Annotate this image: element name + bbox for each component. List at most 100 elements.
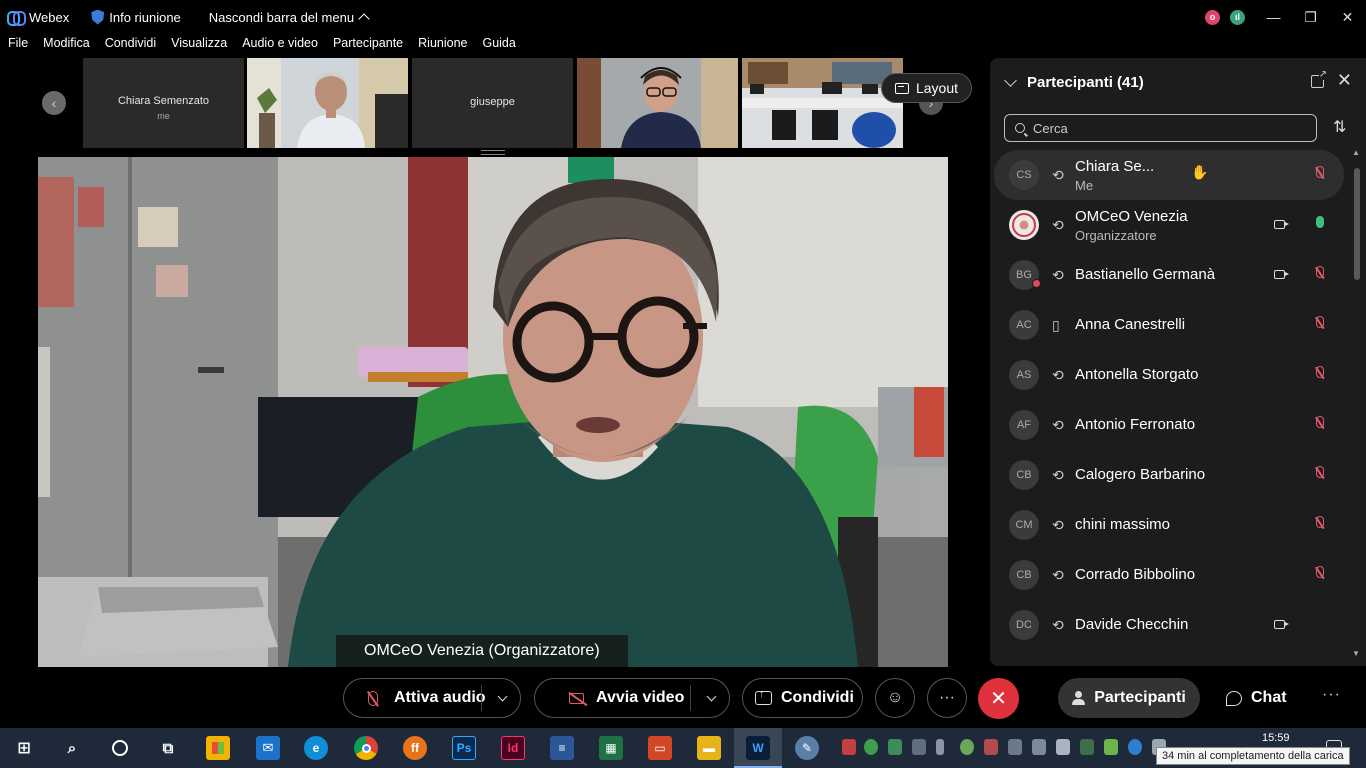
divider (690, 685, 691, 711)
task-view-icon[interactable]: ⧉ (156, 736, 180, 760)
list-item[interactable]: BG ⟲ Bastianello Germanà (994, 250, 1344, 300)
presentation-icon[interactable]: ▭ (648, 736, 672, 760)
filmstrip-resize-handle[interactable] (481, 150, 505, 155)
edge-icon[interactable]: e (304, 736, 328, 760)
reactions-button[interactable]: ☺ (875, 678, 915, 718)
spreadsheet-icon[interactable]: ▦ (599, 736, 623, 760)
paint-icon[interactable]: ✎ (795, 736, 819, 760)
menu-guida[interactable]: Guida (482, 36, 515, 56)
tray-app-icon[interactable] (1032, 739, 1046, 755)
tray-check-icon[interactable] (864, 739, 878, 755)
chevron-down-icon[interactable] (1004, 73, 1017, 87)
tray-app-icon[interactable] (984, 739, 998, 755)
mic-muted-icon[interactable] (1316, 366, 1324, 378)
file-explorer-icon[interactable]: ▬ (697, 736, 721, 760)
tray-display-icon[interactable] (1008, 739, 1022, 755)
menu-partecipante[interactable]: Partecipante (333, 36, 403, 56)
firefox-icon[interactable]: ff (403, 736, 427, 760)
close-window-button[interactable]: ✕ (1331, 4, 1364, 30)
menu-audio-video[interactable]: Audio e video (242, 36, 318, 56)
menu-condividi[interactable]: Condividi (105, 36, 156, 56)
leave-meeting-button[interactable]: ✕ (978, 678, 1019, 719)
signal-stats-icon[interactable]: ıl (1230, 9, 1245, 25)
mic-muted-icon[interactable] (1316, 516, 1324, 528)
minimize-button[interactable]: — (1257, 4, 1290, 30)
close-icon[interactable]: ✕ (1337, 70, 1352, 91)
mail-icon[interactable]: ✉ (256, 736, 280, 760)
scroll-down-arrow-icon[interactable]: ▼ (1352, 649, 1360, 658)
tray-app-icon[interactable] (912, 739, 926, 755)
menu-riunione[interactable]: Riunione (418, 36, 467, 56)
filmstrip-video-tile[interactable] (742, 58, 903, 148)
list-item[interactable]: AF ⟲ Antonio Ferronato (994, 400, 1344, 450)
search-box[interactable] (1004, 114, 1317, 142)
web-client-icon: ⟲ (1052, 517, 1064, 533)
menu-visualizza[interactable]: Visualizza (171, 36, 227, 56)
list-item[interactable]: AC ▯ Anna Canestrelli (994, 300, 1344, 350)
list-item[interactable]: AS ⟲ Antonella Storgato (994, 350, 1344, 400)
word-document-icon[interactable]: ≡ (550, 736, 574, 760)
mic-muted-icon[interactable] (1316, 566, 1324, 578)
filmstrip-prev-button[interactable]: ‹ (42, 91, 66, 115)
mic-on-icon[interactable] (1316, 216, 1324, 228)
layout-button[interactable]: Layout (881, 73, 972, 103)
chrome-icon[interactable] (354, 736, 378, 760)
share-button[interactable]: Condividi (742, 678, 863, 718)
mic-muted-icon[interactable] (1316, 416, 1324, 428)
list-item[interactable]: CB ⟲ Calogero Barbarino (994, 450, 1344, 500)
tray-app-icon[interactable] (960, 739, 974, 755)
sort-icon[interactable]: ⇅ (1333, 117, 1346, 137)
active-speaker-video[interactable]: OMCeO Venezia (Organizzatore) (38, 157, 948, 667)
list-item[interactable]: CM ⟲ chini massimo (994, 500, 1344, 550)
tray-app-icon[interactable] (1104, 739, 1118, 755)
indesign-icon[interactable]: Id (501, 736, 525, 760)
tray-app-icon[interactable] (1080, 739, 1094, 755)
filmstrip-video-tile[interactable] (247, 58, 408, 148)
more-panels-icon[interactable]: ··· (1322, 686, 1341, 704)
chevron-down-icon[interactable] (497, 691, 508, 702)
cortana-icon[interactable] (108, 736, 132, 760)
taskbar-clock[interactable]: 15:59 (1262, 732, 1290, 744)
list-item[interactable]: ⟲ OMCeO Venezia Organizzatore (994, 200, 1344, 250)
list-item[interactable]: DC ⟲ Davide Checchin (994, 600, 1344, 650)
tray-app-icon[interactable] (1128, 739, 1142, 755)
mic-muted-icon[interactable] (1316, 466, 1324, 478)
participant-list: CS ⟲ Chiara Se... Me ✋ ⟲ OMCeO Venezia O… (994, 150, 1344, 650)
mic-muted-icon[interactable] (1316, 316, 1324, 328)
filmstrip-video-tile[interactable] (577, 58, 738, 148)
menu-file[interactable]: File (8, 36, 28, 56)
participants-button[interactable]: Partecipanti (1058, 678, 1200, 718)
chevron-down-icon[interactable] (706, 691, 717, 702)
filmstrip-tile[interactable]: Chiara Semenzato me (83, 58, 244, 148)
tray-app-icon[interactable] (1056, 739, 1070, 755)
menu-modifica[interactable]: Modifica (43, 36, 90, 56)
unmute-button[interactable]: Attiva audio (343, 678, 521, 718)
photoshop-icon[interactable]: Ps (452, 736, 476, 760)
search-icon[interactable]: ⌕ (60, 736, 84, 760)
scroll-up-arrow-icon[interactable]: ▲ (1352, 148, 1360, 157)
mic-muted-icon[interactable] (1316, 166, 1324, 178)
tray-app-icon[interactable] (842, 739, 856, 755)
microphone-icon[interactable] (936, 739, 944, 755)
store-icon[interactable] (206, 736, 230, 760)
scroll-thumb[interactable] (1354, 168, 1360, 280)
start-video-button[interactable]: Avvia video (534, 678, 730, 718)
restore-button[interactable]: ❐ (1294, 4, 1327, 30)
list-item[interactable]: CB ⟲ Corrado Bibbolino (994, 550, 1344, 600)
recording-icon[interactable]: o (1205, 9, 1220, 25)
meeting-info-label: Info riunione (109, 9, 181, 25)
meeting-info-button[interactable]: Info riunione (91, 9, 181, 25)
windows-start-icon[interactable]: ⊞ (12, 736, 36, 760)
webex-taskbar-icon[interactable]: W (746, 736, 770, 760)
popout-icon[interactable] (1311, 69, 1327, 88)
hide-menu-button[interactable]: Nascondi barra del menu (209, 10, 370, 25)
video-filmstrip: ‹ Chiara Semenzato me giuseppe › (0, 58, 985, 150)
filmstrip-tile[interactable]: giuseppe (412, 58, 573, 148)
mic-muted-icon[interactable] (1316, 266, 1324, 278)
search-input[interactable] (1033, 120, 1293, 136)
chat-button[interactable]: Chat (1214, 678, 1299, 718)
more-options-button[interactable]: ··· (927, 678, 967, 718)
list-item[interactable]: CS ⟲ Chiara Se... Me ✋ (994, 150, 1344, 200)
tray-shield-icon[interactable] (888, 739, 902, 755)
panel-scrollbar[interactable]: ▲ ▼ (1352, 148, 1360, 658)
